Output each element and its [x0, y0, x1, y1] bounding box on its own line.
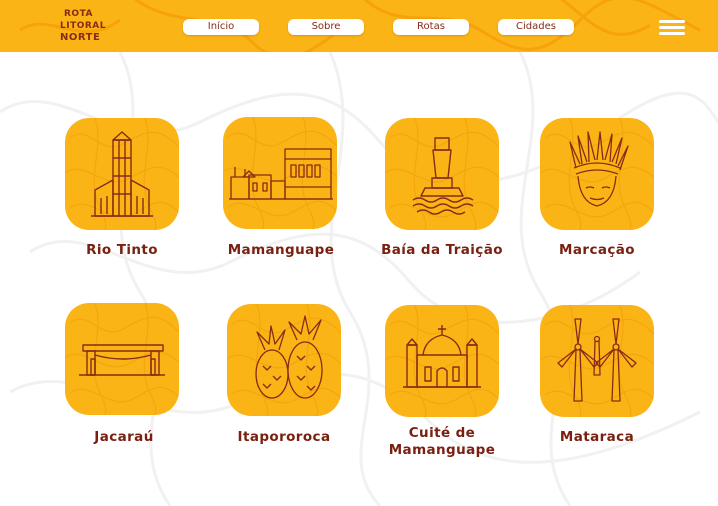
lighthouse-icon — [412, 137, 474, 215]
city-tile-marcacao[interactable] — [540, 118, 654, 230]
logo-line-3: NORTE — [60, 32, 101, 43]
city-label-cuite-de-mamanguape[interactable]: Cuité de Mamanguape — [375, 425, 509, 459]
city-label-baia-da-traicao[interactable]: Baía da Traição — [372, 242, 512, 259]
city-tile-rio-tinto[interactable] — [65, 118, 179, 230]
city-label-mamanguape[interactable]: Mamanguape — [213, 242, 349, 259]
city-label-itapororoca[interactable]: Itapororoca — [222, 429, 346, 446]
city-tile-mamanguape[interactable] — [223, 117, 337, 229]
pineapple-icon — [255, 315, 323, 399]
city-label-jacarau[interactable]: Jacaraú — [63, 429, 185, 446]
logo-line-2: LITORAL — [60, 21, 107, 31]
nav-cidades-button[interactable]: Cidades — [498, 19, 574, 35]
top-header: ROTA LITORAL NORTE Início Sobre Rotas Ci… — [0, 0, 718, 52]
nav-sobre-button[interactable]: Sobre — [288, 19, 364, 35]
city-label-rio-tinto[interactable]: Rio Tinto — [61, 242, 183, 259]
city-tile-cuite-de-mamanguape[interactable] — [385, 305, 499, 417]
rota-litoral-norte-logo[interactable]: ROTA LITORAL NORTE — [60, 8, 107, 46]
city-label-marcacao[interactable]: Marcação — [540, 242, 654, 259]
colonial-buildings-icon — [229, 148, 333, 200]
church-icon — [403, 325, 481, 388]
logo-line-1: ROTA — [64, 9, 93, 19]
hamburger-menu-icon[interactable] — [659, 17, 685, 37]
indigenous-headdress-icon — [569, 131, 629, 207]
wind-turbines-icon — [557, 318, 637, 402]
factory-tower-icon — [91, 131, 153, 217]
city-tile-baia-da-traicao[interactable] — [385, 118, 499, 230]
city-tile-jacarau[interactable] — [65, 303, 179, 415]
city-label-mataraca[interactable]: Mataraca — [540, 429, 654, 446]
nav-inicio-button[interactable]: Início — [183, 19, 259, 35]
city-tile-mataraca[interactable] — [540, 305, 654, 417]
city-tile-itapororoca[interactable] — [227, 304, 341, 416]
city-gate-icon — [79, 344, 165, 376]
nav-rotas-button[interactable]: Rotas — [393, 19, 469, 35]
